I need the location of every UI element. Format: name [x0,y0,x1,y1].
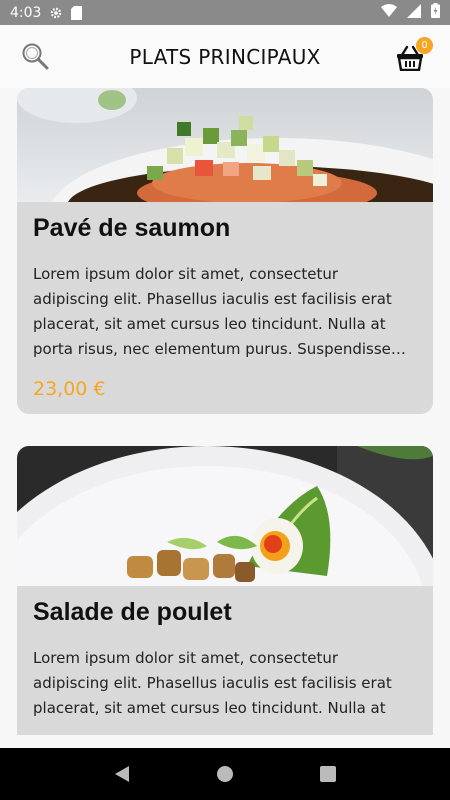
page-title: PLATS PRINCIPAUX [129,44,321,69]
item-description: Lorem ipsum dolor sit amet, consectetur … [33,649,392,717]
chicken-salad-photo [17,446,433,586]
status-bar: 4:03 [0,0,450,25]
home-icon [216,766,233,782]
cart-button[interactable]: 0 [395,37,433,73]
menu-item-card[interactable]: Pavé de saumon Lorem ipsum dolor sit ame… [17,88,433,414]
search-button[interactable] [20,41,50,71]
menu-list[interactable]: Pavé de saumon Lorem ipsum dolor sit ame… [0,88,450,748]
recents-icon [320,766,337,782]
back-icon [114,766,129,782]
app-bar: PLATS PRINCIPAUX 0 [0,25,450,88]
search-icon [22,43,49,70]
gear-icon [49,6,63,20]
system-nav-bar [0,748,450,800]
battery-icon [431,3,440,22]
menu-item-card[interactable]: Salade de poulet Lorem ipsum dolor sit a… [17,446,433,735]
item-name: Pavé de saumon [33,214,231,242]
item-description: Lorem ipsum dolor sit amet, consectetur … [33,265,392,358]
signal-icon [407,3,421,22]
item-name: Salade de poulet [33,598,232,626]
wifi-icon [381,4,397,21]
recents-button[interactable] [313,759,343,789]
back-button[interactable] [107,759,137,789]
status-time: 4:03 [10,4,42,21]
sd-card-icon [71,5,83,20]
cart-count-badge: 0 [416,37,433,54]
item-price: 23,00 € [33,378,106,400]
home-button[interactable] [210,759,240,789]
salmon-photo [17,88,433,202]
